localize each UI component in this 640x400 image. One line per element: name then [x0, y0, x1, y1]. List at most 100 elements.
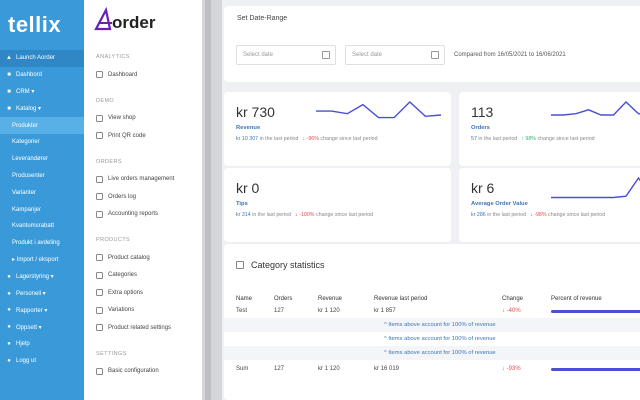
average-order-value-card: kr 6 Average Order Value kr 286 in the las… [459, 168, 640, 242]
subnav-label: Produsenter [12, 172, 45, 179]
menu-icon [96, 132, 103, 140]
aorder-icon: ▲ [6, 55, 12, 62]
table-row[interactable]: Test 127 kr 1 120 kr 1 857 ↓ -40% [224, 304, 640, 318]
nav-item-0[interactable]: ■ Dashbord [0, 67, 84, 84]
revenue-note-row: ^ Items above account for 100% of revenu… [224, 332, 640, 346]
settings-icon: ● [7, 324, 11, 331]
previous-text: in the last period [258, 136, 299, 142]
aorder-brand[interactable]: order [84, 0, 202, 40]
menu-label: Variations [108, 307, 135, 314]
help-icon: ● [7, 340, 11, 347]
nav-label: Personell ▾ [16, 291, 46, 298]
nav-bottom-item-4[interactable]: ● Hjelp [0, 336, 84, 353]
menu-label: Product catalog [108, 254, 150, 261]
menu-item[interactable]: View shop [84, 110, 202, 128]
menu-item[interactable]: Variations [84, 302, 202, 320]
tellix-logo[interactable]: tellix [0, 0, 84, 50]
column-header: Percent of revenue [551, 296, 602, 302]
menu-icon [96, 254, 103, 262]
menu-item[interactable]: Orders log [84, 188, 202, 206]
nav-item-1[interactable]: ■ CRM ▾ [0, 84, 84, 101]
menu-label: Dashboard [108, 71, 138, 78]
menu-item[interactable]: Basic configuration [84, 363, 202, 381]
end-date-input[interactable]: Select date [345, 45, 445, 65]
column-header: Change [502, 296, 524, 302]
category-statistics-card: Category statistics Name Orders Revenue Rev… [224, 244, 640, 400]
menu-item[interactable]: Extra options [84, 284, 202, 302]
nav-bottom-item-1[interactable]: ● Personell ▾ [0, 285, 84, 302]
aov-comparison: kr 286 in the last period ↓ -98% change s… [471, 212, 605, 218]
sum-row[interactable]: Sum 127 kr 1 120 kr 16 019 ↓ -93% [224, 362, 640, 376]
catalog-subitem-4[interactable]: Varianter [0, 184, 84, 201]
change-text: change since last period [535, 136, 595, 142]
change-text: change since last period [546, 212, 606, 218]
menu-item[interactable]: Print QR code [84, 127, 202, 145]
menu-label: Basic configuration [108, 368, 159, 375]
column-header: Revenue last period [374, 296, 428, 302]
menu-item[interactable]: Live orders management [84, 171, 202, 189]
catalog-subitem-6[interactable]: Kvantumsrabatt [0, 218, 84, 235]
previous-text: in the last period [485, 212, 527, 218]
column-header: Name [236, 296, 253, 302]
nav-bottom-item-2[interactable]: ● Rapporter ▾ [0, 302, 84, 319]
subnav-label: Kategorier [12, 139, 40, 146]
catalog-subitem-0[interactable]: Produkter [0, 117, 84, 134]
menu-icon [96, 289, 103, 297]
menu-icon [96, 175, 103, 183]
revenue-label: Revenue [236, 125, 261, 131]
subnav-label: ▸ Import / eksport [12, 257, 59, 264]
menu-item[interactable]: Accounting reports [84, 206, 202, 224]
section-title: ORDERS [96, 158, 122, 165]
subnav-label: Produkt i avdeling [12, 240, 60, 247]
logout-icon: ● [7, 357, 11, 364]
percent-of-revenue-bar [551, 310, 640, 313]
launch-aorder-item[interactable]: ▲ Launch Aorder [0, 50, 84, 67]
main-sidebar: tellix ▲ Launch Aorder ■ Dashbord ■ CRM ▾ ■ K… [0, 0, 84, 400]
menu-icon [96, 210, 103, 218]
tips-card: kr 0 Tips kr 314 in the last period ↓ -100%… [224, 168, 451, 242]
previous-text: in the last period [250, 212, 292, 218]
orders-label: Orders [471, 125, 491, 131]
catalog-subitem-2[interactable]: Leverandører [0, 151, 84, 168]
nav-label: Katalog ▾ [16, 106, 42, 113]
nav-label: Dashbord [16, 72, 43, 79]
date-range-title: Set Date-Range [237, 15, 288, 22]
change-value: ↑ 98% [521, 136, 536, 142]
revenue-note-row: ^ Items above account for 100% of revenu… [224, 346, 640, 360]
menu-item[interactable]: Product related settings [84, 319, 202, 337]
nav-bottom-item-5[interactable]: ● Logg ut [0, 352, 84, 369]
menu-label: View shop [108, 115, 136, 122]
menu-item[interactable]: Product catalog [84, 249, 202, 267]
nav-item-2[interactable]: ■ Katalog ▾ [0, 100, 84, 117]
change-text: change since last period [314, 212, 374, 218]
catalog-subitem-3[interactable]: Produsenter [0, 168, 84, 185]
nav-label: Hjelp [16, 340, 30, 347]
table-icon [236, 261, 244, 269]
date-range-card: Set Date-Range Select date Select date C… [224, 6, 640, 82]
aov-sparkline-path [551, 176, 640, 199]
section-title: PRODUCTS [96, 237, 131, 243]
main-content: Set Date-Range Select date Select date C… [222, 0, 640, 400]
catalog-subitem-8[interactable]: ▸ Import / eksport [0, 252, 84, 269]
aov-value: kr 6 [471, 180, 495, 196]
crm-icon: ■ [7, 88, 11, 95]
catalog-subitem-1[interactable]: Kategorier [0, 134, 84, 151]
nav-bottom-item-3[interactable]: ● Oppsett ▾ [0, 319, 84, 336]
menu-label: Live orders management [108, 176, 175, 183]
nav-bottom-item-0[interactable]: ● Lagerstyring ▾ [0, 268, 84, 285]
start-date-input[interactable]: Select date [236, 45, 336, 65]
orders-sparkline-path [551, 101, 640, 116]
nav-label: CRM ▾ [16, 89, 35, 96]
menu-icon [96, 367, 103, 375]
tips-label: Tips [236, 201, 248, 207]
menu-label: Extra options [108, 289, 144, 296]
cell-change: ↓ -40% [502, 308, 521, 314]
menu-item[interactable]: Dashboard [84, 66, 202, 84]
revenue-card: kr 730 Revenue kr 10 307 in the last perio… [224, 92, 451, 166]
sidebar-scrollbar[interactable] [205, 0, 211, 400]
catalog-subitem-7[interactable]: Produkt i avdeling [0, 235, 84, 252]
menu-item[interactable]: Categories [84, 267, 202, 285]
catalog-subitem-5[interactable]: Kampanjer [0, 201, 84, 218]
staff-icon: ● [7, 290, 11, 297]
previous-value: kr 286 [471, 212, 486, 218]
